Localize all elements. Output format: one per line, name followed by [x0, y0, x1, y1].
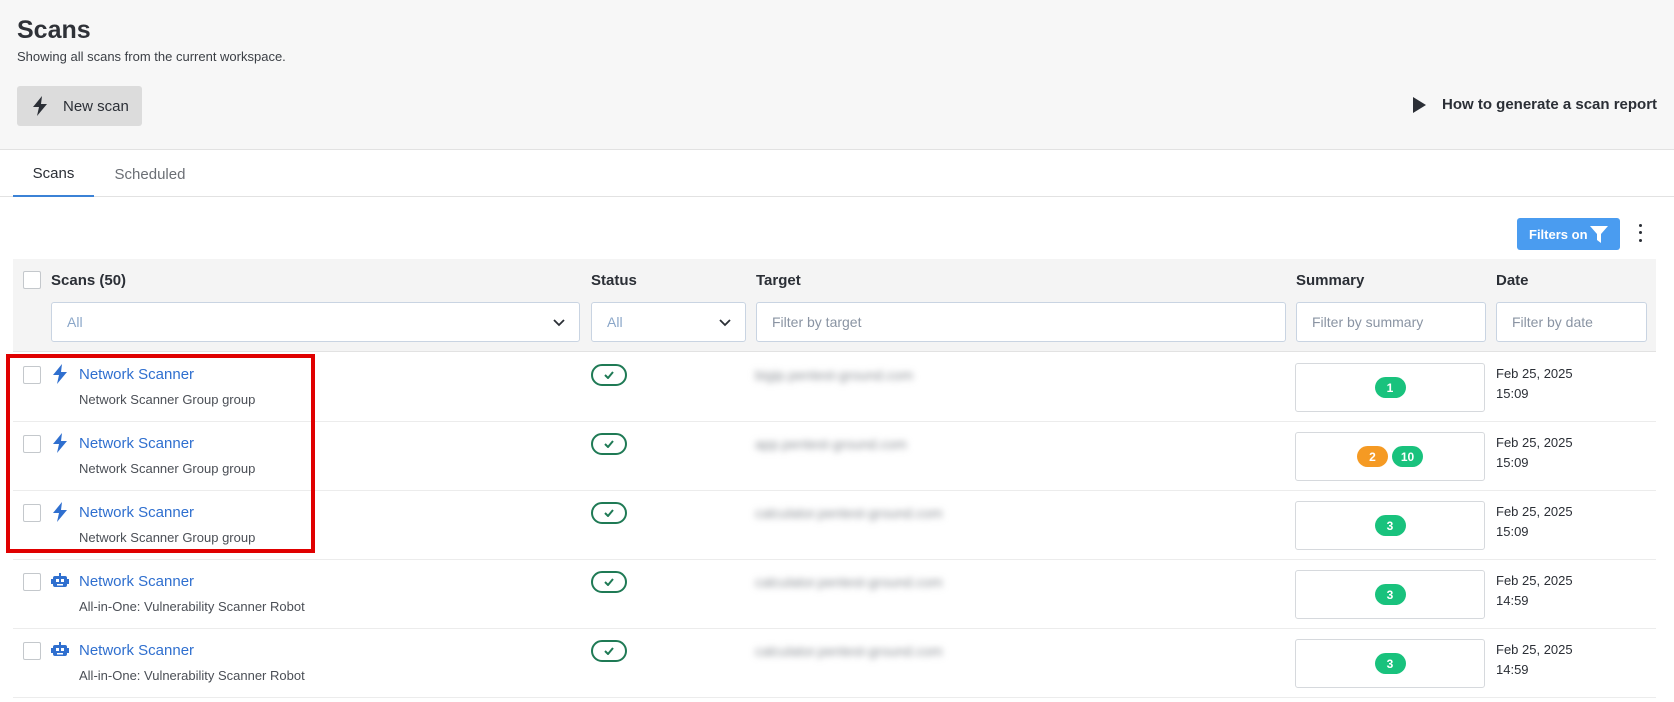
check-icon [604, 578, 614, 586]
scans-filter-value: All [67, 314, 83, 330]
finding-count-badge: 2 [1357, 446, 1388, 467]
scan-name-link[interactable]: Network Scanner [79, 504, 194, 521]
column-header-date[interactable]: Date [1496, 272, 1529, 289]
table-row[interactable]: Network Scanner Network Scanner Group gro… [13, 353, 1656, 422]
time-text: 15:09 [1496, 386, 1529, 401]
date-text: Feb 25, 2025 [1496, 573, 1573, 588]
summary-box[interactable]: 1 [1295, 363, 1485, 412]
status-complete-badge [591, 364, 627, 386]
filters-label: Filters on [1529, 226, 1588, 242]
column-header-target[interactable]: Target [756, 272, 801, 289]
robot-icon [51, 573, 69, 587]
date-cell: Feb 25, 2025 15:09 [1496, 502, 1616, 542]
finding-count-badge: 1 [1374, 377, 1406, 398]
status-complete-badge [591, 640, 627, 662]
row-checkbox[interactable] [23, 366, 41, 384]
check-icon [604, 647, 614, 655]
row-checkbox[interactable] [23, 642, 41, 660]
summary-box[interactable]: 3 [1295, 501, 1485, 550]
summary-filter-input[interactable] [1296, 302, 1486, 342]
target-text: app.pentest-ground.com [755, 436, 907, 452]
scan-name-link[interactable]: Network Scanner [79, 366, 194, 383]
finding-count-badge: 10 [1392, 446, 1423, 467]
scan-group-label: All-in-One: Vulnerability Scanner Robot [79, 599, 305, 614]
column-header-status[interactable]: Status [591, 272, 637, 289]
robot-icon [51, 642, 69, 656]
status-complete-badge [591, 433, 627, 455]
check-icon [604, 371, 614, 379]
finding-count-badge: 3 [1374, 653, 1406, 674]
summary-box[interactable]: 3 [1295, 639, 1485, 688]
finding-count-badge: 3 [1374, 515, 1406, 536]
new-scan-button[interactable]: New scan [17, 86, 142, 126]
date-text: Feb 25, 2025 [1496, 504, 1573, 519]
funnel-icon [1590, 226, 1608, 243]
time-text: 14:59 [1496, 662, 1529, 677]
date-text: Feb 25, 2025 [1496, 642, 1573, 657]
row-checkbox[interactable] [23, 573, 41, 591]
filters-button[interactable]: Filters on [1517, 218, 1620, 250]
page-header: Scans Showing all scans from the current… [0, 0, 1674, 150]
new-scan-label: New scan [63, 97, 129, 115]
tab-scans[interactable]: Scans [13, 151, 94, 197]
date-filter-input[interactable] [1496, 302, 1647, 342]
table-row[interactable]: Network Scanner All-in-One: Vulnerability… [13, 560, 1656, 629]
date-cell: Feb 25, 2025 14:59 [1496, 640, 1616, 680]
scan-group-label: Network Scanner Group group [79, 461, 256, 476]
scan-group-label: Network Scanner Group group [79, 530, 256, 545]
date-text: Feb 25, 2025 [1496, 435, 1573, 450]
table-row[interactable]: Network Scanner Network Scanner Group gro… [13, 491, 1656, 560]
table-header: Scans (50) Status Target Summary Date Al… [13, 259, 1656, 352]
tab-scheduled[interactable]: Scheduled [104, 151, 196, 197]
lightning-icon [33, 96, 47, 116]
target-filter-input[interactable] [756, 302, 1286, 342]
lightning-icon [53, 364, 67, 384]
column-header-summary[interactable]: Summary [1296, 272, 1364, 289]
tab-bar: Scans Scheduled [0, 151, 1674, 197]
page-subtitle: Showing all scans from the current works… [17, 49, 286, 64]
scan-name-link[interactable]: Network Scanner [79, 573, 194, 590]
target-text: calculator.pentest-ground.com [755, 505, 943, 521]
page-title: Scans [17, 16, 91, 44]
select-all-checkbox[interactable] [23, 271, 41, 289]
target-text: calculator.pentest-ground.com [755, 643, 943, 659]
status-filter-select[interactable]: All [591, 302, 746, 342]
status-complete-badge [591, 571, 627, 593]
status-filter-value: All [607, 314, 623, 330]
more-options-icon[interactable] [1634, 222, 1646, 244]
chevron-down-icon [719, 319, 731, 327]
howto-label: How to generate a scan report [1442, 96, 1658, 113]
time-text: 14:59 [1496, 593, 1529, 608]
howto-link[interactable]: How to generate a scan report [1412, 96, 1657, 113]
date-text: Feb 25, 2025 [1496, 366, 1573, 381]
target-text: calculator.pentest-ground.com [755, 574, 943, 590]
date-cell: Feb 25, 2025 15:09 [1496, 364, 1616, 404]
summary-box[interactable]: 2 10 [1295, 432, 1485, 481]
check-icon [604, 440, 614, 448]
scan-group-label: All-in-One: Vulnerability Scanner Robot [79, 668, 305, 683]
lightning-icon [53, 502, 67, 522]
summary-box[interactable]: 3 [1295, 570, 1485, 619]
play-icon [1413, 96, 1426, 113]
check-icon [604, 509, 614, 517]
table-row[interactable]: Network Scanner All-in-One: Vulnerability… [13, 629, 1656, 698]
date-cell: Feb 25, 2025 15:09 [1496, 433, 1616, 473]
table-row[interactable]: Network Scanner Network Scanner Group gro… [13, 422, 1656, 491]
chevron-down-icon [553, 319, 565, 327]
time-text: 15:09 [1496, 455, 1529, 470]
status-complete-badge [591, 502, 627, 524]
time-text: 15:09 [1496, 524, 1529, 539]
target-text: bigip.pentest-ground.com [755, 367, 913, 383]
row-checkbox[interactable] [23, 435, 41, 453]
column-header-scans[interactable]: Scans (50) [51, 272, 126, 289]
scans-filter-select[interactable]: All [51, 302, 580, 342]
date-cell: Feb 25, 2025 14:59 [1496, 571, 1616, 611]
finding-count-badge: 3 [1374, 584, 1406, 605]
lightning-icon [53, 433, 67, 453]
row-checkbox[interactable] [23, 504, 41, 522]
scan-name-link[interactable]: Network Scanner [79, 642, 194, 659]
scan-group-label: Network Scanner Group group [79, 392, 256, 407]
scan-name-link[interactable]: Network Scanner [79, 435, 194, 452]
